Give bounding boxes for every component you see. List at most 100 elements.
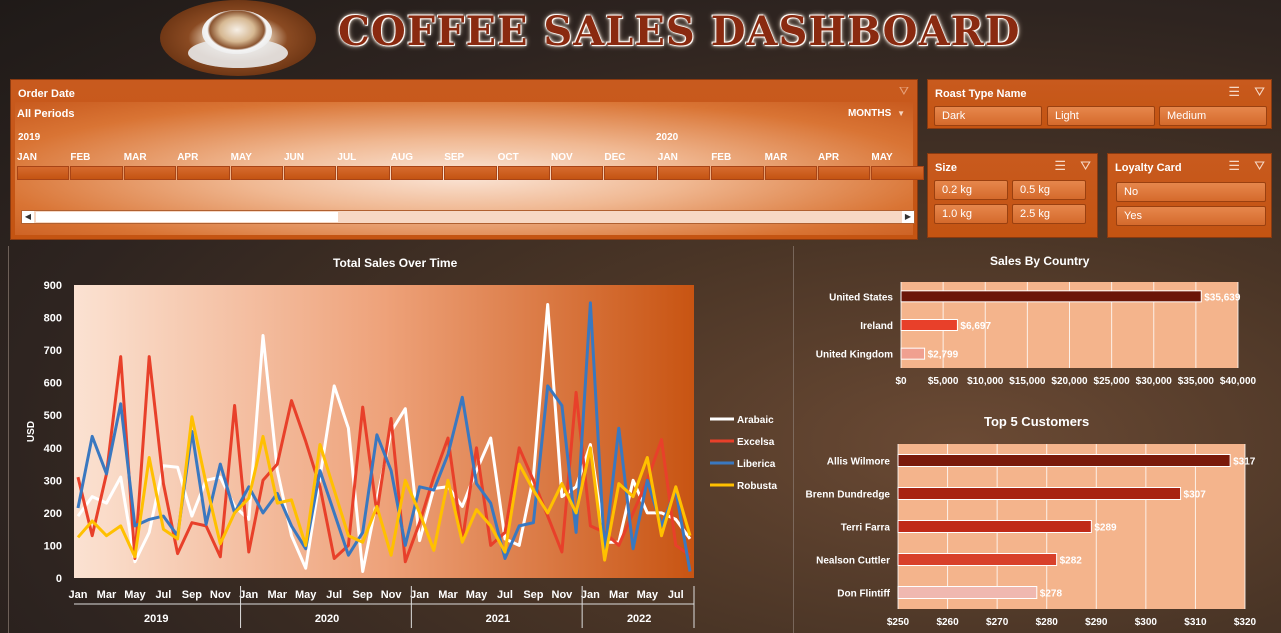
- clear-filter-icon[interactable]: ⛛: [899, 84, 909, 99]
- timeline-month-label: AUG: [390, 152, 414, 163]
- top-customers-chart: Top 5 Customers $250 $260 $270 $280 $290 $300…: [796, 408, 1281, 633]
- timeline-month-cell[interactable]: [604, 166, 657, 180]
- scroll-left-icon[interactable]: ◀: [22, 211, 34, 223]
- periods-label: All Periods: [17, 108, 75, 120]
- category-label: Brenn Dundredge: [806, 490, 891, 501]
- timeline-month-cell[interactable]: [497, 166, 550, 180]
- size-option-0-2kg[interactable]: 0.2 kg: [934, 180, 1008, 200]
- bar: [897, 553, 1058, 566]
- loyalty-option-yes[interactable]: Yes: [1116, 206, 1266, 226]
- timeline-month-cell[interactable]: [711, 166, 764, 180]
- multi-select-icon[interactable]: ☰: [1228, 84, 1240, 100]
- bar: [897, 586, 1038, 599]
- timeline-month-label: FEB: [711, 152, 732, 163]
- timeline-month-cell[interactable]: [230, 166, 283, 180]
- timeline-month-cell[interactable]: [551, 166, 604, 180]
- timeline-month-label: NOV: [551, 152, 573, 163]
- x-month-tick: Jan: [69, 589, 88, 601]
- y-tick-label: 500: [44, 410, 62, 422]
- x-tick-label: $300: [1135, 617, 1158, 628]
- chevron-down-icon: ▼: [897, 109, 905, 118]
- size-slicer[interactable]: Size ☰ ⛛ 0.2 kg 0.5 kg 1.0 kg 2.5 kg: [927, 153, 1098, 238]
- data-label: $35,639: [1204, 292, 1241, 303]
- timeline-month-cell[interactable]: [657, 166, 711, 180]
- data-label: $282: [1060, 556, 1083, 567]
- y-tick-label: 100: [44, 540, 62, 552]
- x-tick-label: $310: [1184, 617, 1207, 628]
- x-tick-label: $35,000: [1178, 376, 1215, 387]
- multi-select-icon[interactable]: ☰: [1228, 158, 1240, 174]
- x-tick-label: $280: [1036, 617, 1059, 628]
- timeline-month-cell[interactable]: [177, 166, 230, 180]
- timeline-month-label: APR: [177, 152, 199, 163]
- x-tick-label: $10,000: [967, 376, 1004, 387]
- legend-label: Liberica: [737, 459, 776, 470]
- timeline-scrollbar[interactable]: ◀ ▶: [21, 210, 915, 224]
- multi-select-icon[interactable]: ☰: [1054, 158, 1066, 174]
- y-tick-label: 200: [44, 508, 62, 520]
- timeline-month-cell[interactable]: [871, 166, 924, 180]
- timeline-month-label: JUL: [337, 152, 357, 163]
- timeline-month-cell[interactable]: [123, 166, 177, 180]
- roast-slicer-title: Roast Type Name: [935, 88, 1027, 100]
- x-tick-label: $320: [1234, 617, 1257, 628]
- data-label: $278: [1040, 589, 1063, 600]
- timeline-month-cell[interactable]: [818, 166, 871, 180]
- timeline-month-label: MAR: [764, 152, 788, 163]
- loyalty-card-slicer[interactable]: Loyalty Card ☰ ⛛ No Yes: [1107, 153, 1272, 238]
- y-tick-label: 400: [44, 443, 62, 455]
- clear-filter-icon[interactable]: ⛛: [1080, 158, 1091, 174]
- roast-option-medium[interactable]: Medium: [1159, 106, 1267, 126]
- clear-filter-icon[interactable]: ⛛: [1254, 84, 1265, 100]
- bar: [897, 454, 1231, 467]
- y-tick-label: 300: [44, 475, 62, 487]
- x-month-tick: Nov: [552, 589, 574, 601]
- timeline-month-cell[interactable]: [284, 166, 337, 180]
- data-label: $307: [1184, 490, 1207, 501]
- x-month-tick: Jan: [410, 589, 429, 601]
- roast-option-light[interactable]: Light: [1047, 106, 1155, 126]
- timeline-month-cell[interactable]: [17, 166, 70, 180]
- x-tick-label: $270: [986, 617, 1009, 628]
- category-label: Nealson Cuttler: [816, 556, 890, 567]
- timeline-month-cell[interactable]: [390, 166, 444, 180]
- size-option-2-5kg[interactable]: 2.5 kg: [1012, 204, 1086, 224]
- x-tick-label: $30,000: [1136, 376, 1173, 387]
- x-month-tick: Mar: [267, 589, 287, 601]
- customers-chart-svg: $250 $260 $270 $280 $290 $300 $310 $320 Allis Wi…: [806, 444, 1257, 628]
- category-label: Allis Wilmore: [827, 457, 891, 468]
- x-month-tick: Nov: [210, 589, 232, 601]
- divider: [8, 246, 9, 633]
- timeline-month-label: MAY: [871, 152, 893, 163]
- x-month-tick: Mar: [438, 589, 458, 601]
- timeline-title: Order Date: [18, 88, 75, 100]
- timeline-unit-dropdown[interactable]: MONTHS ▼: [848, 108, 905, 119]
- category-label: Terri Farra: [841, 523, 891, 534]
- timeline-body: All Periods MONTHS ▼ 2019 2020 JAN FEB MAR…: [15, 102, 924, 235]
- order-date-timeline[interactable]: Order Date ⛛ All Periods MONTHS ▼ 2019 2…: [10, 79, 924, 240]
- x-month-tick: Jan: [581, 589, 600, 601]
- data-label: $317: [1233, 457, 1256, 468]
- roast-type-slicer[interactable]: Roast Type Name ☰ ⛛ Dark Light Medium: [927, 79, 1272, 129]
- size-option-1-0kg[interactable]: 1.0 kg: [934, 204, 1008, 224]
- scroll-right-icon[interactable]: ▶: [902, 211, 914, 223]
- timeline-month-cell[interactable]: [764, 166, 817, 180]
- loyalty-option-no[interactable]: No: [1116, 182, 1266, 202]
- x-month-tick: Jan: [239, 589, 258, 601]
- x-month-tick: Jul: [326, 589, 342, 601]
- size-option-0-5kg[interactable]: 0.5 kg: [1012, 180, 1086, 200]
- scrollbar-thumb[interactable]: [36, 212, 338, 222]
- category-label: Don Flintiff: [837, 589, 890, 600]
- roast-option-dark[interactable]: Dark: [934, 106, 1042, 126]
- category-label: United Kingdom: [816, 350, 893, 361]
- clear-filter-icon[interactable]: ⛛: [1254, 158, 1265, 174]
- sales-by-country-chart: Sales By Country $0 $5,000 $10,000 $15,000 $…: [796, 248, 1281, 398]
- x-month-tick: May: [295, 589, 317, 601]
- timeline-month-cell[interactable]: [444, 166, 497, 180]
- timeline-month-label: JAN: [657, 152, 678, 163]
- loyalty-slicer-title: Loyalty Card: [1115, 162, 1182, 174]
- timeline-month-cell[interactable]: [337, 166, 390, 180]
- unit-label: MONTHS: [847, 108, 892, 119]
- x-month-tick: Sep: [353, 589, 373, 601]
- timeline-month-cell[interactable]: [70, 166, 123, 180]
